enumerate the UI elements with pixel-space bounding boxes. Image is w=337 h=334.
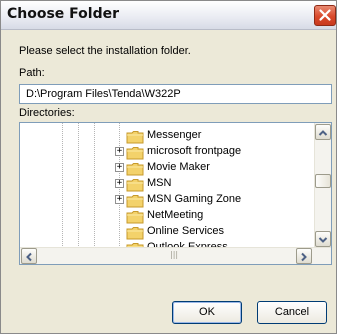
folder-icon [126,177,144,192]
folder-icon [126,193,144,208]
tree-item-label: Online Services [147,225,225,237]
choose-folder-dialog: Choose Folder Please select the installa… [0,0,337,334]
horizontal-scrollbar[interactable]: ||| [20,247,331,264]
vertical-scrollbar[interactable] [314,123,331,248]
scroll-grip-icon: ||| [170,250,179,259]
scroll-down-button[interactable] [315,231,331,247]
plus-box-icon[interactable]: + [115,195,124,204]
tree-item[interactable]: Online Services [20,224,300,240]
instruction-text: Please select the installation folder. [19,45,191,57]
cancel-button[interactable]: Cancel [257,301,327,324]
tree-item-label: MSN [147,177,172,189]
folder-icon [126,129,144,144]
plus-box-icon[interactable]: + [115,179,124,188]
tree-item[interactable]: Messenger [20,128,300,144]
folder-icon [126,145,144,160]
tree-item[interactable]: + MSN Gaming Zone [20,192,300,208]
tree-item-label: Movie Maker [147,161,210,173]
folder-icon [126,225,144,240]
scroll-thumb[interactable] [315,174,331,188]
scroll-right-button[interactable] [296,248,312,264]
arrow-left-icon [26,252,32,262]
ok-button[interactable]: OK [172,301,242,324]
folder-icon [126,209,144,224]
tree-item[interactable]: NetMeeting [20,208,300,224]
path-label: Path: [19,67,45,79]
tree-item-label: NetMeeting [147,209,204,221]
close-button[interactable] [314,5,336,26]
tree-item-label: Messenger [147,129,202,141]
arrow-up-icon [318,130,328,136]
directory-tree[interactable]: Messenger + microsoft frontpage + Movie Make… [19,122,332,265]
arrow-down-icon [318,237,328,243]
scroll-up-button[interactable] [315,124,331,140]
tree-item-label: MSN Gaming Zone [147,193,242,205]
tree-item[interactable]: + MSN [20,176,300,192]
directories-label: Directories: [19,107,75,119]
folder-icon [126,161,144,176]
plus-box-icon[interactable]: + [115,147,124,156]
title-bar[interactable]: Choose Folder [1,1,336,30]
scroll-left-button[interactable] [21,248,37,264]
tree-item[interactable]: + microsoft frontpage [20,144,300,160]
path-field[interactable]: D:\Program Files\Tenda\W322P [19,84,332,104]
arrow-right-icon [301,252,307,262]
plus-box-icon[interactable]: + [115,163,124,172]
dialog-title: Choose Folder [7,6,120,22]
tree-item[interactable]: + Movie Maker [20,160,300,176]
tree-item-label: microsoft frontpage [147,145,242,157]
close-icon [319,9,331,21]
